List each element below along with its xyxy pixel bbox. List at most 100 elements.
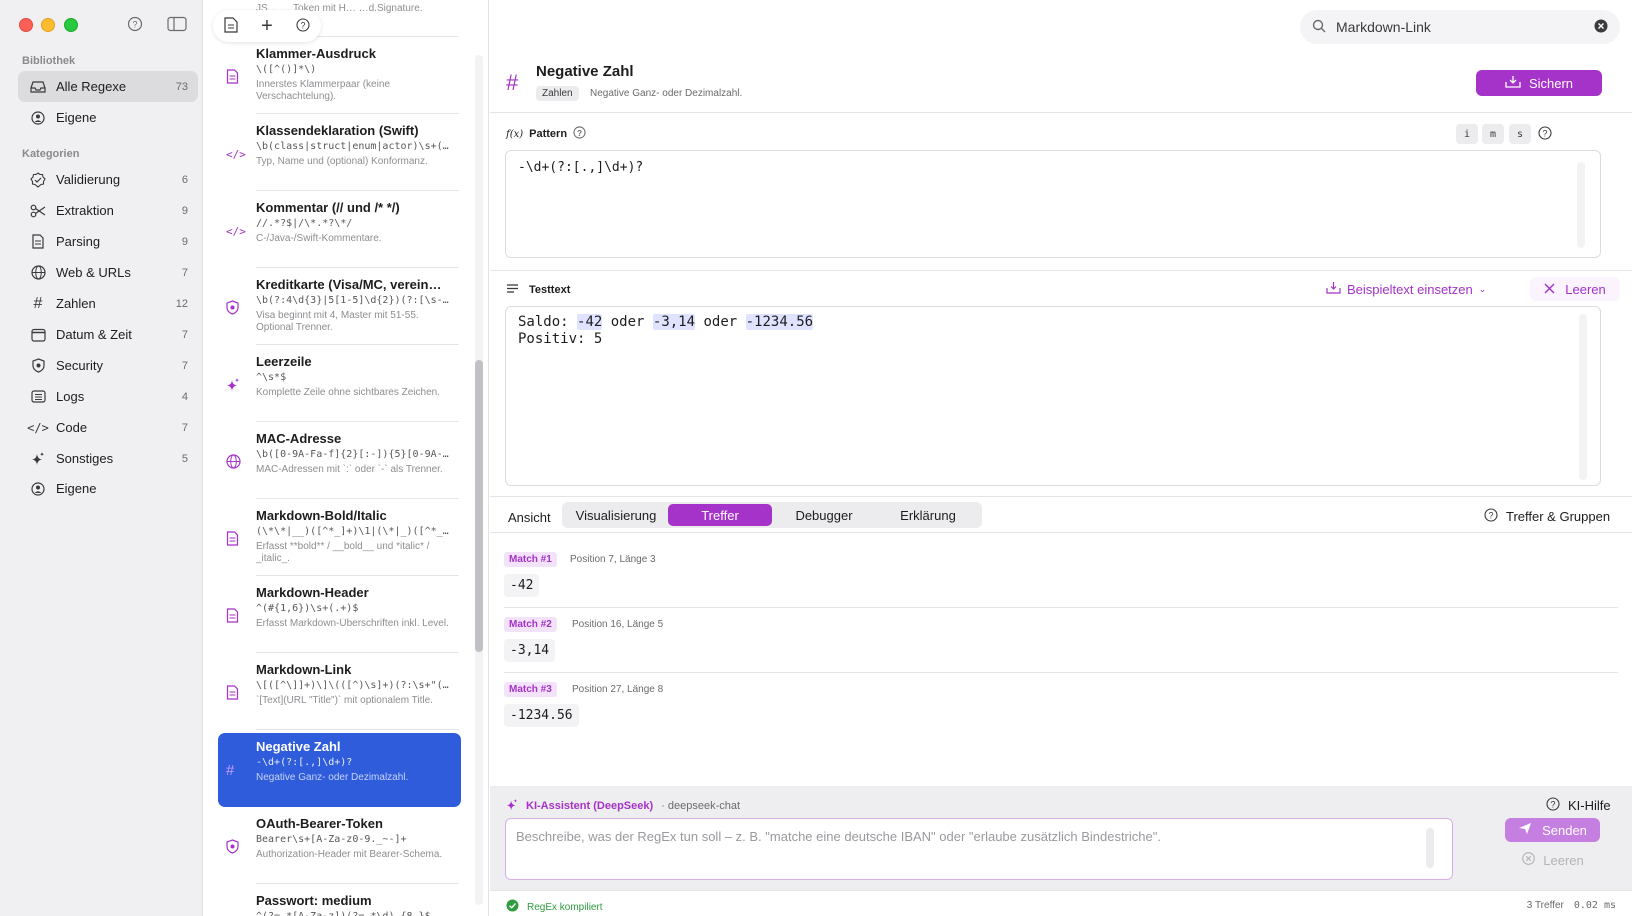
help-icon: ? — [1484, 508, 1498, 525]
ai-clear-button[interactable]: Leeren — [1508, 848, 1598, 872]
category-tag: Zahlen — [536, 86, 579, 101]
hits-groups-button[interactable]: ? Treffer & Gruppen — [1484, 508, 1610, 525]
sidebar-item-web-urls[interactable]: Web & URLs 7 — [18, 257, 198, 288]
tab-treffer[interactable]: Treffer — [668, 504, 772, 526]
tab-debugger[interactable]: Debugger — [772, 504, 876, 526]
list-item-title: Leerzeile — [256, 354, 312, 369]
list-item-pattern: \b(class|struct|enum|actor)\s+(… — [256, 141, 449, 152]
list-item[interactable]: MAC-Adresse \b([0-9A-Fa-f]{2}[:-]){5}[0-9… — [218, 425, 459, 499]
pattern-scrollbar[interactable] — [1577, 162, 1585, 248]
ai-help-button[interactable]: ? KI-Hilfe — [1546, 797, 1611, 814]
search-field[interactable]: Markdown-Link — [1300, 10, 1620, 44]
clear-label: Leeren — [1565, 281, 1606, 297]
testtext-label: Testtext — [529, 284, 571, 296]
categories-heading: Kategorien — [22, 148, 80, 160]
tab-erklaerung[interactable]: Erklärung — [876, 504, 980, 526]
text-segment: Saldo: — [518, 314, 578, 330]
flag-i-toggle[interactable]: i — [1456, 124, 1478, 144]
ai-assistant-title: KI-Assistent (DeepSeek) · deepseek-chat — [506, 798, 740, 814]
flag-s-toggle[interactable]: s — [1509, 124, 1531, 144]
svg-text:?: ? — [1488, 511, 1493, 521]
pattern-text[interactable]: -\d+(?:[.,]\d+)? — [518, 160, 643, 175]
search-input[interactable]: Markdown-Link — [1336, 19, 1594, 35]
sidebar-item-security[interactable]: Security 7 — [18, 350, 198, 381]
list-item-pattern: \b([0-9A-Fa-f]{2}[:-]){5}[0-9A-… — [256, 449, 449, 460]
save-button[interactable]: Sichern — [1476, 70, 1602, 96]
new-document-icon[interactable] — [224, 16, 238, 36]
list-item-pattern: ^\s*$ — [256, 372, 287, 383]
list-item[interactable]: </> Kommentar (// und /* */) //.*?$|/\*.*?… — [218, 194, 459, 268]
testtext-scrollbar[interactable] — [1579, 314, 1587, 480]
save-label: Sichern — [1528, 75, 1574, 91]
close-window-button[interactable] — [19, 18, 33, 32]
list-item-title: Markdown-Link — [256, 662, 352, 677]
match-highlight: -3,14 — [652, 314, 696, 330]
sidebar-item-logs[interactable]: Logs 4 — [18, 381, 198, 412]
list-item[interactable]: Kreditkarte (Visa/MC, verein… \b(?:4\d{3}… — [218, 271, 459, 345]
match-time: 0.02 ms — [1573, 900, 1616, 911]
hash-icon: # — [226, 762, 235, 779]
add-icon[interactable]: + — [261, 16, 273, 36]
sidebar-toggle-icon[interactable] — [167, 16, 187, 35]
list-item[interactable]: Markdown-Bold/Italic (\*\*|__)([^*_]+)\1|… — [218, 502, 459, 576]
flags-help-icon[interactable]: ? — [1538, 126, 1552, 143]
hash-icon: # — [33, 294, 43, 312]
document-icon — [226, 685, 242, 701]
sidebar-item-own-category[interactable]: Eigene — [18, 473, 198, 504]
zoom-window-button[interactable] — [64, 18, 78, 32]
sidebar-item-own[interactable]: Eigene — [18, 102, 198, 133]
library-heading: Bibliothek — [22, 55, 76, 67]
sidebar-item-parsing[interactable]: Parsing 9 — [18, 226, 198, 257]
insert-sample-button[interactable]: Beispieltext einsetzen ⌄ — [1326, 281, 1486, 297]
minimize-window-button[interactable] — [41, 18, 55, 32]
list-item-description: C-/Java-/Swift-Kommentare. — [256, 233, 382, 244]
regex-title: Negative Zahl — [536, 63, 634, 80]
person-icon — [28, 110, 48, 126]
list-item-title: Kreditkarte (Visa/MC, verein… — [256, 277, 442, 292]
list-item[interactable]: </> Klassendeklaration (Swift) \b(class|st… — [218, 117, 459, 191]
ai-input-scrollbar[interactable] — [1426, 828, 1434, 868]
help-icon: ? — [1546, 797, 1560, 814]
list-item[interactable]: # Negative Zahl -\d+(?:[.,]\d+)? Negative G… — [218, 733, 461, 807]
list-item[interactable]: Leerzeile ^\s*$ Komplette Zeile ohne sicht… — [218, 348, 459, 422]
sidebar-item-label: Eigene — [56, 481, 97, 496]
pattern-editor[interactable] — [505, 150, 1601, 258]
divider — [490, 112, 1632, 113]
regex-description: Negative Ganz- oder Dezimalzahl. — [590, 88, 743, 99]
sparkles-icon — [506, 798, 518, 814]
sidebar-item-zahlen[interactable]: # Zahlen 12 — [18, 288, 198, 319]
list-item[interactable]: OAuth-Bearer-Token Bearer\s+[A-Za-z0-9._~… — [218, 810, 459, 884]
sidebar-item-code[interactable]: </> Code 7 — [18, 412, 198, 443]
pattern-label: Pattern — [529, 128, 568, 140]
clear-search-icon[interactable] — [1594, 19, 1608, 36]
ai-prompt-input[interactable]: Beschreibe, was der RegEx tun soll – z. … — [505, 818, 1453, 880]
sidebar-item-datum-zeit[interactable]: Datum & Zeit 7 — [18, 319, 198, 350]
testtext-content[interactable]: Saldo: -42 oder -3,14 oder -1234.56 Posi… — [518, 314, 814, 348]
document-icon — [226, 531, 242, 547]
list-scrollbar-thumb[interactable] — [475, 360, 483, 652]
send-button[interactable]: Senden — [1505, 818, 1600, 842]
list-item[interactable]: Passwort: medium ^(?=.*[A-Za-z])(?=.*\d).… — [218, 887, 459, 916]
sidebar-item-label: Sonstiges — [56, 451, 114, 466]
clear-testtext-button[interactable]: Leeren — [1530, 277, 1620, 301]
list-item[interactable]: Klammer-Ausdruck \([^()]*\) Innerstes Klam… — [218, 40, 459, 114]
list-item[interactable]: Markdown-Link \[([^\]]+)\]\(([^)\s]+)(?:\… — [218, 656, 459, 730]
help-icon[interactable]: ? — [296, 17, 310, 35]
sidebar-item-count: 7 — [181, 328, 188, 341]
sidebar-item-label: Logs — [56, 389, 85, 404]
sidebar-item-label: Validierung — [56, 172, 121, 187]
list-item-title: Passwort: medium — [256, 893, 372, 908]
flag-m-toggle[interactable]: m — [1482, 124, 1504, 144]
status-bar: RegEx kompiliert 3 Treffer 0.02 ms — [490, 890, 1632, 916]
tab-visualisierung[interactable]: Visualisierung — [564, 504, 668, 526]
sidebar-item-validierung[interactable]: Validierung 6 — [18, 164, 198, 195]
list-item-description: Visa beginnt mit 4, Master mit 51-55. Op… — [256, 310, 419, 333]
sidebar-item-extraktion[interactable]: Extraktion 9 — [18, 195, 198, 226]
sidebar-item-sonstiges[interactable]: Sonstiges 5 — [18, 443, 198, 474]
help-icon[interactable]: ? — [127, 16, 143, 35]
sidebar-item-all-regexes[interactable]: Alle Regexe 73 — [18, 71, 198, 102]
help-icon[interactable]: ? — [573, 126, 586, 142]
list-item[interactable]: Markdown-Header ^(#{1,6})\s+(.+)$ Erfasst … — [218, 579, 459, 653]
sidebar-item-count: 12 — [175, 297, 188, 310]
globe-icon — [226, 454, 242, 470]
